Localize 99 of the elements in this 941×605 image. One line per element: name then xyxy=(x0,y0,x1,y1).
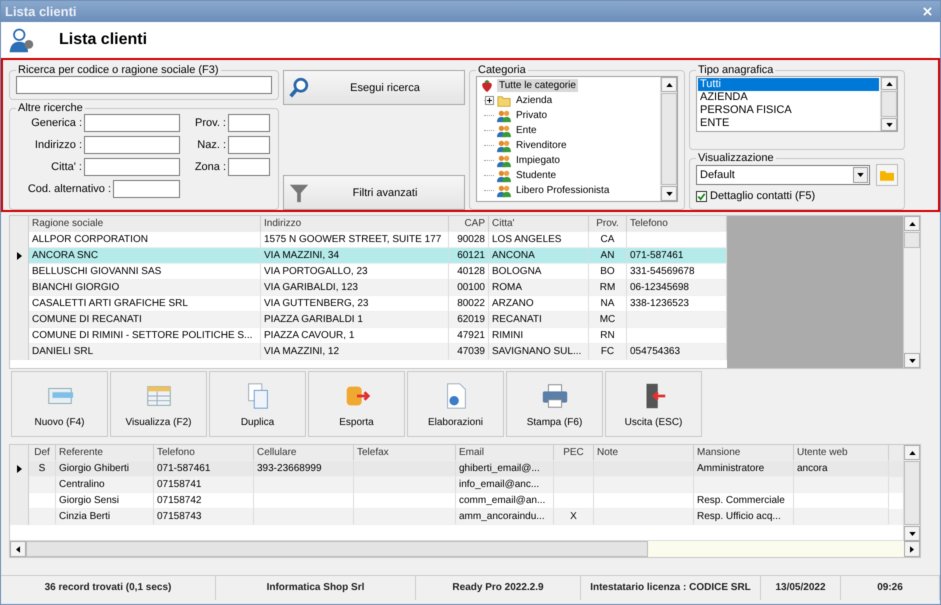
arrow-right-icon[interactable] xyxy=(910,546,914,552)
group-legend: Ricerca per codice o ragione sociale (F3) xyxy=(16,64,221,76)
field-label: Zona : xyxy=(194,161,226,173)
input-field[interactable] xyxy=(228,158,270,176)
table-row[interactable]: ALLPOR CORPORATION 1575 N GOOWER STREET, SUITE 177 90028 LOS ANGELES CA xyxy=(10,232,727,248)
scrollbar[interactable] xyxy=(880,77,897,131)
arrow-up-icon[interactable] xyxy=(886,82,892,86)
tree-item[interactable]: Azienda xyxy=(514,94,554,107)
list-item[interactable]: ENTE xyxy=(698,117,879,130)
strawberry-icon xyxy=(480,78,494,92)
table-row[interactable]: CASALETTI ARTI GRAFICHE SRL VIA GUTTENBERG, 23 80022 ARZANO NA 338-1236523 xyxy=(10,296,727,312)
contact-detail-checkbox[interactable]: Dettaglio contatti (F5) xyxy=(696,190,898,202)
status-text: 36 record trovati (0,1 secs) xyxy=(1,576,216,600)
table-row[interactable]: BIANCHI GIORGIO VIA GARIBALDI, 123 00100 ROMA RM 06-12345698 xyxy=(10,280,727,296)
tree-item[interactable]: Privato xyxy=(514,109,550,122)
tree-item[interactable]: Studente xyxy=(514,169,558,182)
tree-item[interactable]: Libero Professionista xyxy=(514,184,612,197)
status-text: Informatica Shop Srl xyxy=(216,576,416,600)
status-text: Ready Pro 2022.2.9 xyxy=(416,576,581,600)
arrow-down-icon[interactable] xyxy=(908,532,916,536)
field-label: Naz. : xyxy=(197,139,226,151)
input-field[interactable] xyxy=(84,114,180,132)
table-cell: FC xyxy=(589,344,627,360)
list-item[interactable]: AZIENDA xyxy=(698,91,879,104)
tree-item[interactable]: Rivenditore xyxy=(514,139,569,152)
field-label: Indirizzo : xyxy=(34,139,82,151)
page-title: Lista clienti xyxy=(59,31,148,49)
scrollbar[interactable] xyxy=(903,216,920,368)
input-field[interactable] xyxy=(228,136,270,154)
table-cell: VIA MAZZINI, 12 xyxy=(261,344,449,360)
expand-icon[interactable] xyxy=(485,96,494,105)
status-text: Intestatario licenza : CODICE SRL xyxy=(581,576,761,600)
table-row[interactable]: COMUNE DI RECANATI PIAZZA GARIBALDI 1 62019 RECANATI MC xyxy=(10,312,727,328)
group-legend: Altre ricerche xyxy=(16,102,85,114)
search-field[interactable] xyxy=(16,76,272,94)
table-cell: SAVIGNANO SUL... xyxy=(489,344,589,360)
tree-item[interactable]: Tutte le categorie xyxy=(497,79,578,92)
input-field[interactable] xyxy=(228,114,270,132)
input-field[interactable] xyxy=(84,158,180,176)
arrow-down-icon[interactable] xyxy=(666,192,672,196)
people-icon xyxy=(497,124,511,138)
arrow-up-icon[interactable] xyxy=(666,82,672,86)
scroll-thumb[interactable] xyxy=(904,232,920,248)
search-icon xyxy=(288,76,310,98)
table-row[interactable]: BELLUSCHI GIOVANNI SAS VIA PORTOGALLO, 23 40128 BOLOGNA BO 331-54569678 xyxy=(10,264,727,280)
field-label: Citta' : xyxy=(51,161,82,173)
table-row[interactable]: Cinzia Berti 07158743 amm_ancoraindu... X Resp. Ufficio acq... xyxy=(10,509,903,525)
current-row-icon xyxy=(16,252,22,260)
arrow-down-icon[interactable] xyxy=(908,358,916,362)
toolbar-button[interactable]: Nuovo (F4) xyxy=(11,371,108,437)
arrow-up-icon[interactable] xyxy=(908,222,916,226)
table-cell: 47039 xyxy=(449,344,489,360)
field-label: Prov. : xyxy=(195,117,226,129)
toolbar-button[interactable]: Stampa (F6) xyxy=(506,371,603,437)
group-legend: Tipo anagrafica xyxy=(696,64,776,76)
table-cell: DANIELI SRL xyxy=(29,344,261,360)
input-field[interactable] xyxy=(84,136,180,154)
people-icon xyxy=(497,154,511,168)
window-title: Lista clienti xyxy=(5,4,77,19)
people-icon xyxy=(497,138,511,152)
toolbar-button[interactable]: Duplica xyxy=(209,371,306,437)
field-label: Cod. alternativo : xyxy=(28,183,111,195)
checkmark-icon xyxy=(697,192,706,200)
users-icon xyxy=(7,26,35,54)
horizontal-scrollbar[interactable] xyxy=(10,541,920,557)
group-legend: Visualizzazione xyxy=(696,152,776,164)
toolbar-button[interactable]: Esporta xyxy=(308,371,405,437)
view-dropdown[interactable]: Default xyxy=(696,165,870,185)
input-field[interactable] xyxy=(113,180,180,198)
scrollbar[interactable] xyxy=(903,445,920,541)
group-legend: Categoria xyxy=(476,64,528,76)
current-row-icon xyxy=(16,465,22,473)
advanced-filters-button[interactable]: Filtri avanzati xyxy=(283,175,465,210)
tree-item[interactable]: Impiegato xyxy=(514,154,562,167)
table-row[interactable]: COMUNE DI RIMINI - SETTORE POLITICHE S... PIAZZA CAVOUR, 1 47921 RIMINI RN xyxy=(10,328,727,344)
field-label: Generica : xyxy=(31,117,82,129)
arrow-down-icon[interactable] xyxy=(886,122,892,126)
table-row[interactable]: S Giorgio Ghiberti 071-587461 393-23668999 ghiberti_email@... Amministratore ancora xyxy=(10,461,903,477)
toolbar-button[interactable]: Uscita (ESC) xyxy=(605,371,702,437)
list-item[interactable]: Tutti xyxy=(698,78,879,91)
arrow-left-icon[interactable] xyxy=(16,546,20,552)
people-icon xyxy=(497,168,511,182)
people-icon xyxy=(497,108,511,122)
toolbar-button[interactable]: Visualizza (F2) xyxy=(110,371,207,437)
close-icon[interactable] xyxy=(923,7,932,16)
tree-item[interactable]: Ente xyxy=(514,124,539,137)
folder-icon xyxy=(880,170,894,180)
list-item[interactable]: PERSONA FISICA xyxy=(698,104,879,117)
table-row[interactable]: DANIELI SRL VIA MAZZINI, 12 47039 SAVIGNANO SUL... FC 054754363 xyxy=(10,344,727,360)
caret-icon xyxy=(857,173,864,177)
search-button[interactable]: Esegui ricerca xyxy=(283,70,465,105)
status-text: 09:26 xyxy=(841,576,940,600)
arrow-up-icon[interactable] xyxy=(908,450,916,454)
table-row[interactable]: Centralino 07158741 info_email@anc... xyxy=(10,477,903,493)
toolbar-button[interactable]: Elaborazioni xyxy=(407,371,504,437)
table-row[interactable]: ANCORA SNC VIA MAZZINI, 34 60121 ANCONA AN 071-587461 xyxy=(10,248,727,264)
status-text: 13/05/2022 xyxy=(761,576,841,600)
people-icon xyxy=(497,184,511,198)
scrollbar[interactable] xyxy=(660,77,677,201)
